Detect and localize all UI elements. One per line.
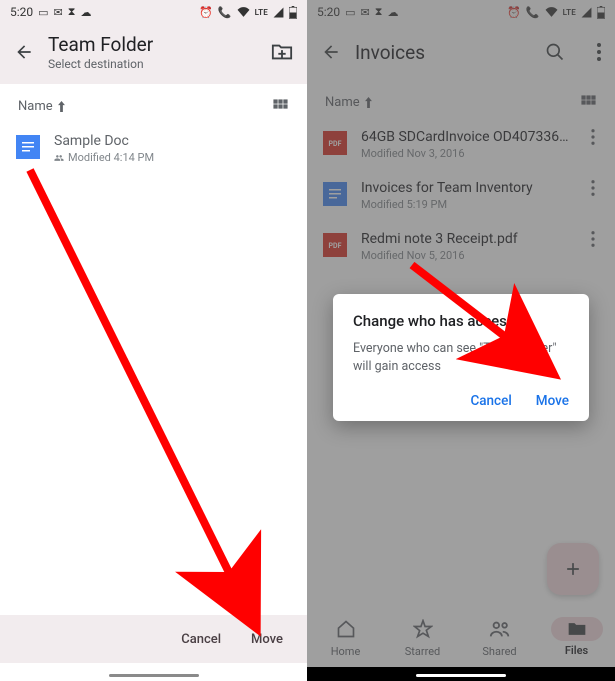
status-cloud-icon: ☁ (81, 6, 92, 19)
status-wifi-icon (545, 7, 558, 17)
header-subtitle: Select destination (48, 57, 257, 71)
status-battery-icon (597, 6, 605, 19)
back-button[interactable] (14, 42, 34, 62)
shared-icon (54, 153, 64, 163)
nav-files[interactable]: Files (538, 607, 615, 667)
svg-text:PDF: PDF (329, 140, 342, 148)
status-alarm-icon: ⏰ (507, 6, 521, 19)
file-name: Sample Doc (54, 133, 291, 149)
access-dialog: Change who has access? Everyone who can … (333, 294, 589, 421)
search-button[interactable] (545, 42, 565, 62)
sort-label: Name (18, 99, 53, 114)
status-wifi-icon (237, 7, 250, 17)
header: Team Folder Select destination (0, 24, 307, 84)
status-bar: 5:20 ▭ ✉ ⧗ ☁ ⏰ 📞 LTE (307, 0, 615, 24)
header-title: Invoices (355, 41, 425, 64)
file-name: 64GB SDCardInvoice OD40733694235... (361, 129, 573, 145)
nav-home[interactable]: Home (307, 607, 384, 667)
phone-right: 5:20 ▭ ✉ ⧗ ☁ ⏰ 📞 LTE Invoices Name (307, 0, 615, 681)
new-folder-button[interactable] (271, 42, 293, 62)
docs-icon (16, 135, 40, 159)
item-more-button[interactable] (587, 129, 599, 145)
file-name: Invoices for Team Inventory (361, 180, 573, 196)
dialog-body: Everyone who can see "Team Folder" will … (353, 340, 569, 375)
status-time: 5:20 (10, 5, 33, 19)
item-more-button[interactable] (587, 180, 599, 196)
status-card-icon: ▭ (345, 6, 355, 19)
gesture-bar (109, 674, 199, 677)
status-hourglass-icon: ⧗ (68, 5, 76, 19)
people-icon (489, 619, 511, 639)
status-battery-icon (289, 6, 297, 19)
nav-label: Files (565, 644, 588, 657)
status-call-icon: 📞 (218, 6, 232, 19)
header: Invoices (307, 24, 615, 80)
status-mail-icon: ✉ (361, 6, 370, 19)
status-time: 5:20 (317, 5, 340, 19)
file-modified: Modified Nov 5, 2016 (361, 249, 465, 262)
cancel-button[interactable]: Cancel (181, 632, 221, 647)
bottom-action-bar: Cancel Move (0, 615, 307, 663)
status-lte: LTE (563, 8, 576, 17)
sort-button[interactable]: Name (18, 99, 66, 114)
arrow-up-icon (57, 101, 66, 112)
sort-button[interactable]: Name (325, 95, 373, 110)
nav-shared[interactable]: Shared (461, 607, 538, 667)
annotation-arrow (20, 160, 290, 660)
phone-left: 5:20 ▭ ✉ ⧗ ☁ ⏰ 📞 LTE Team Folder (0, 0, 307, 681)
status-cloud-icon: ☁ (388, 6, 399, 19)
arrow-up-icon (364, 97, 373, 108)
status-hourglass-icon: ⧗ (375, 5, 383, 19)
pdf-icon: PDF (323, 233, 347, 257)
file-name: Redmi note 3 Receipt.pdf (361, 231, 573, 247)
home-icon (336, 619, 356, 639)
star-icon (413, 619, 433, 639)
file-modified: Modified 5:19 PM (361, 198, 447, 211)
header-title: Team Folder (48, 33, 257, 56)
move-button[interactable]: Move (251, 632, 283, 647)
item-more-button[interactable] (587, 231, 599, 247)
status-call-icon: 📞 (526, 6, 540, 19)
docs-icon (323, 182, 347, 206)
fab-add-button[interactable] (547, 543, 599, 595)
status-lte: LTE (255, 8, 268, 17)
status-bar: 5:20 ▭ ✉ ⧗ ☁ ⏰ 📞 LTE (0, 0, 307, 24)
file-item[interactable]: Invoices for Team Inventory Modified 5:1… (307, 170, 615, 221)
dialog-cancel-button[interactable]: Cancel (470, 393, 511, 409)
gesture-bar (416, 674, 506, 677)
file-modified: Modified Nov 3, 2016 (361, 147, 465, 160)
status-alarm-icon: ⏰ (199, 6, 213, 19)
dialog-title: Change who has access? (353, 312, 569, 330)
file-item[interactable]: PDF Redmi note 3 Receipt.pdf Modified No… (307, 221, 615, 272)
status-signal-icon (581, 7, 592, 18)
folder-icon (567, 620, 587, 638)
status-signal-icon (273, 7, 284, 18)
file-item[interactable]: PDF 64GB SDCardInvoice OD40733694235... … (307, 119, 615, 170)
file-modified: Modified 4:14 PM (68, 151, 154, 164)
back-button[interactable] (321, 42, 341, 62)
nav-label: Home (331, 645, 361, 658)
sort-row: Name (307, 80, 615, 119)
view-grid-button[interactable] (580, 94, 597, 111)
bottom-nav: Home Starred Shared Files (307, 607, 615, 667)
nav-label: Shared (482, 645, 516, 658)
sort-label: Name (325, 95, 360, 110)
dialog-move-button[interactable]: Move (536, 393, 569, 409)
svg-text:PDF: PDF (329, 242, 342, 250)
status-mail-icon: ✉ (54, 6, 63, 19)
status-card-icon: ▭ (38, 6, 48, 19)
file-item[interactable]: Sample Doc Modified 4:14 PM (0, 123, 307, 174)
pdf-icon: PDF (323, 131, 347, 155)
view-grid-button[interactable] (272, 98, 289, 115)
more-button[interactable] (597, 43, 601, 61)
nav-starred[interactable]: Starred (384, 607, 461, 667)
nav-label: Starred (405, 645, 441, 658)
sort-row: Name (0, 84, 307, 123)
